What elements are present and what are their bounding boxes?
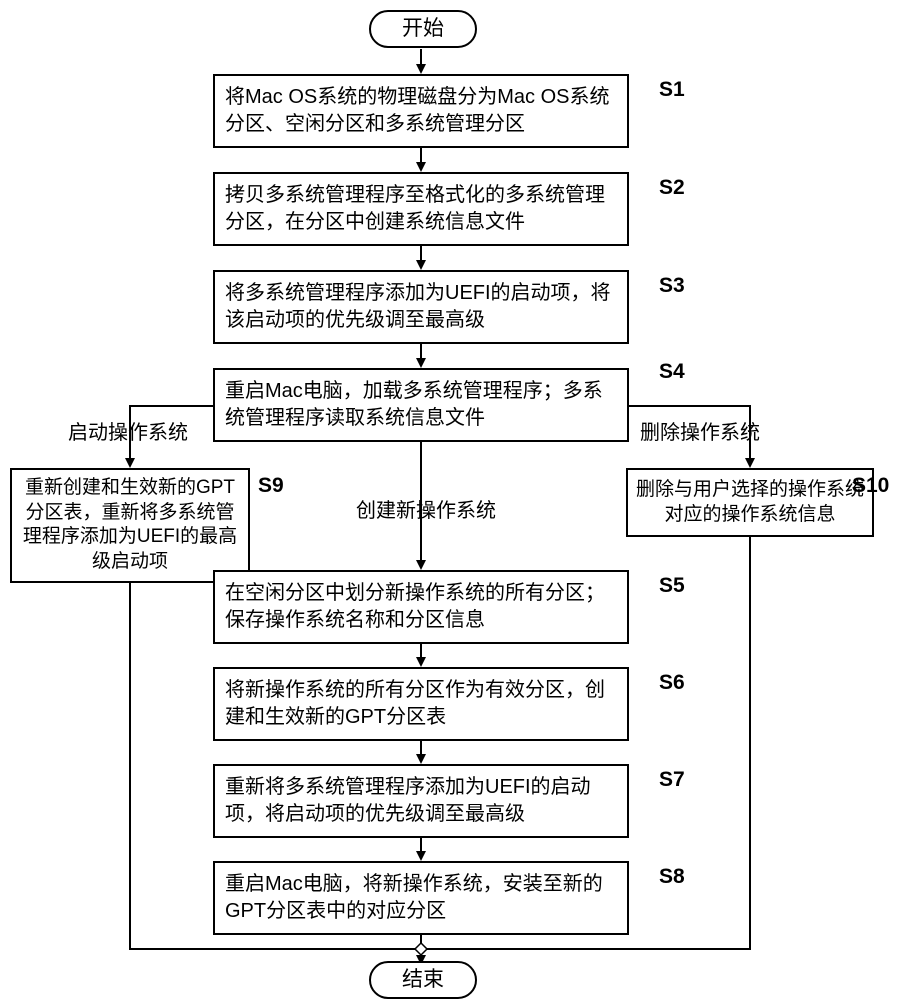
step-s10: 删除与用户选择的操作系统对应的操作系统信息 [626,468,874,537]
step-label-s1: S1 [659,78,685,102]
step-s2: 拷贝多系统管理程序至格式化的多系统管理分区，在分区中创建系统信息文件 [213,172,629,246]
step-s5: 在空闲分区中划分新操作系统的所有分区；保存操作系统名称和分区信息 [213,570,629,644]
step-s9: 重新创建和生效新的GPT分区表，重新将多系统管理程序添加为UEFI的最高级启动项 [10,468,250,583]
branch-label-boot: 启动操作系统 [68,416,188,445]
step-label-s5: S5 [659,574,685,598]
step-label-s7: S7 [659,768,685,792]
step-s8: 重启Mac电脑，将新操作系统，安装至新的GPT分区表中的对应分区 [213,861,629,935]
flowchart-canvas: 开始 将Mac OS系统的物理磁盘分为Mac OS系统分区、空闲分区和多系统管理… [0,0,898,1000]
step-label-s3: S3 [659,274,685,298]
step-s4: 重启Mac电脑，加载多系统管理程序；多系统管理程序读取系统信息文件 [213,368,629,442]
terminal-start: 开始 [369,10,477,48]
step-label-s6: S6 [659,671,685,695]
step-s3: 将多系统管理程序添加为UEFI的启动项，将该启动项的优先级调至最高级 [213,270,629,344]
step-s7: 重新将多系统管理程序添加为UEFI的启动项，将启动项的优先级调至最高级 [213,764,629,838]
step-label-s2: S2 [659,176,685,200]
step-label-s4: S4 [659,360,685,384]
step-s6: 将新操作系统的所有分区作为有效分区，创建和生效新的GPT分区表 [213,667,629,741]
step-label-s8: S8 [659,865,685,889]
step-label-s10: S10 [852,474,889,498]
branch-label-delete: 删除操作系统 [640,416,760,445]
step-s1: 将Mac OS系统的物理磁盘分为Mac OS系统分区、空闲分区和多系统管理分区 [213,74,629,148]
terminal-end: 结束 [369,961,477,999]
branch-label-create: 创建新操作系统 [356,494,496,523]
step-label-s9: S9 [258,474,284,498]
